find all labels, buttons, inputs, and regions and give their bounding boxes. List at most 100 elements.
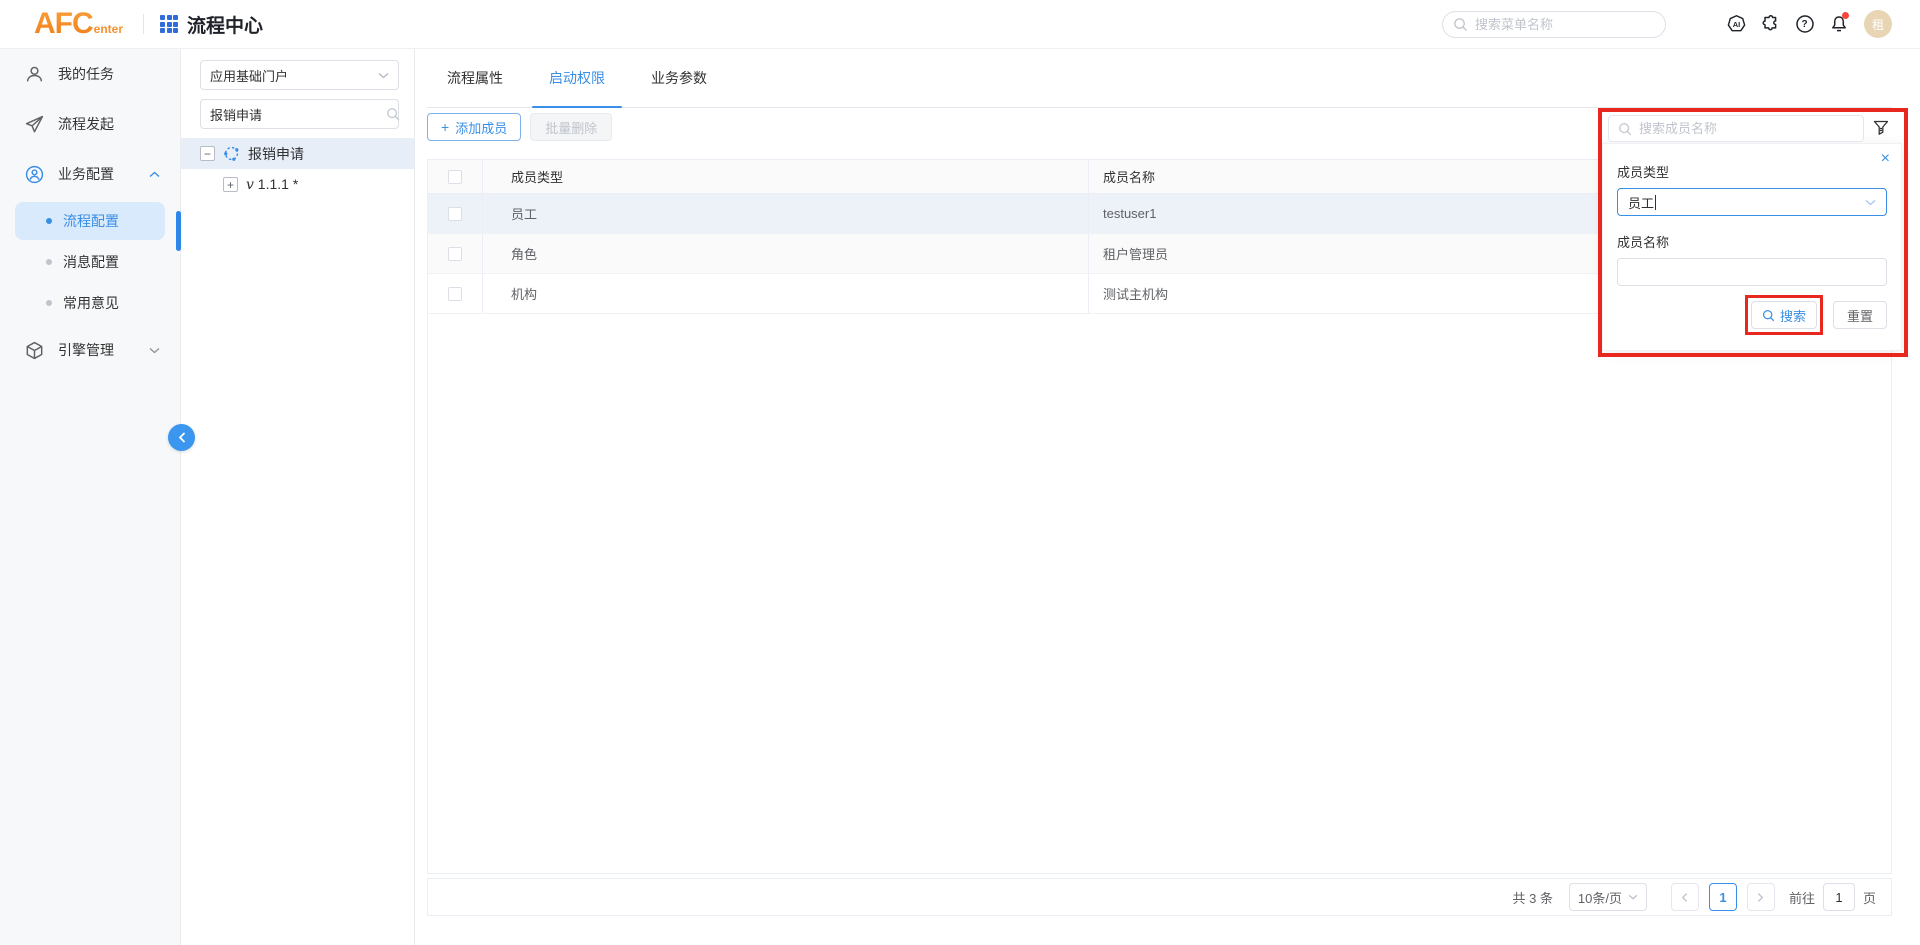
chevron-down-icon (378, 72, 389, 79)
process-icon (223, 145, 240, 162)
plugin-icon[interactable] (1760, 14, 1781, 35)
sidebar-item-engine-management[interactable]: 引擎管理 (0, 325, 180, 375)
sidebar-item-label: 引擎管理 (58, 340, 114, 360)
member-name-input[interactable] (1617, 258, 1887, 286)
filter-buttons-row: 搜索 重置 (1617, 295, 1887, 335)
left-sidebar: 我的任务 流程发起 业务配置 流程配置 消息配置 常用意见 引擎管理 (0, 49, 181, 945)
tree-node-version[interactable]: + v 1.1.1 * (181, 169, 414, 200)
user-circle-icon (25, 165, 44, 184)
ai-assistant-icon[interactable]: AI (1726, 14, 1747, 35)
filter-search-button[interactable]: 搜索 (1751, 301, 1817, 329)
header-checkbox-cell (428, 160, 483, 193)
sidebar-item-label: 业务配置 (58, 164, 114, 184)
filter-search-label: 搜索 (1780, 306, 1806, 325)
sidebar-collapse-toggle[interactable] (168, 424, 195, 451)
page-title: 流程中心 (187, 11, 263, 38)
next-page-button[interactable] (1747, 883, 1775, 911)
sidebar-item-business-config[interactable]: 业务配置 (0, 149, 180, 199)
menu-search-input[interactable] (1475, 17, 1655, 32)
member-filter-search-box[interactable] (1608, 115, 1864, 142)
member-type-value: 员工 (1628, 193, 1654, 212)
select-all-checkbox[interactable] (448, 170, 462, 184)
search-icon (1453, 17, 1468, 32)
cell-member-type: 员工 (483, 194, 1089, 233)
tab-business-params[interactable]: 业务参数 (649, 68, 709, 107)
goto-page-input[interactable] (1823, 883, 1855, 911)
chevron-down-icon (1865, 199, 1876, 206)
pagination-bar: 共 3 条 10条/页 1 前往 页 (427, 878, 1892, 916)
collapse-node-icon[interactable]: − (200, 146, 215, 161)
search-button-annotation: 搜索 (1745, 295, 1823, 335)
app-logo: AFC enter (34, 7, 123, 41)
add-member-button[interactable]: + 添加成员 (427, 113, 521, 141)
tree-node-root[interactable]: − 报销申请 (181, 138, 414, 169)
sidebar-subitem-process-config[interactable]: 流程配置 (15, 202, 165, 240)
sidebar-item-process-start[interactable]: 流程发起 (0, 99, 180, 149)
logo-subtext: enter (94, 22, 123, 36)
bullet-dot-icon (46, 259, 52, 265)
search-icon[interactable] (386, 107, 400, 121)
column-header-member-type: 成员类型 (483, 160, 1089, 193)
expand-node-icon[interactable]: + (223, 177, 238, 192)
logo-text: AFC (34, 7, 93, 41)
filter-reset-label: 重置 (1847, 306, 1873, 325)
tree-search-input[interactable] (210, 107, 386, 122)
prev-page-button[interactable] (1671, 883, 1699, 911)
header-right: AI ? 租 (1442, 10, 1920, 38)
member-type-select[interactable]: 员工 (1617, 188, 1887, 216)
chevron-down-icon (149, 347, 160, 354)
page-size-select[interactable]: 10条/页 (1569, 883, 1647, 911)
bullet-dot-icon (46, 300, 52, 306)
cube-icon (25, 341, 44, 360)
help-icon[interactable]: ? (1794, 14, 1815, 35)
sidebar-subitem-label: 常用意见 (63, 293, 119, 313)
chevron-up-icon (149, 171, 160, 178)
text-cursor (1655, 195, 1656, 210)
close-icon[interactable]: × (1881, 151, 1890, 167)
apps-grid-icon[interactable] (160, 15, 178, 33)
tab-bar: 流程属性 启动权限 业务参数 (427, 49, 1892, 108)
page-unit-label: 页 (1863, 888, 1876, 907)
app-select-value: 应用基础门户 (210, 66, 378, 85)
row-checkbox[interactable] (448, 207, 462, 221)
cell-member-type: 角色 (483, 234, 1089, 273)
sidebar-subitem-common-opinions[interactable]: 常用意见 (15, 284, 165, 322)
sidebar-subitem-message-config[interactable]: 消息配置 (15, 243, 165, 281)
row-checkbox[interactable] (448, 247, 462, 261)
pagination-total: 共 3 条 (1513, 888, 1553, 907)
cell-member-type: 机构 (483, 274, 1089, 313)
batch-delete-label: 批量删除 (545, 118, 597, 137)
plus-icon: + (441, 119, 449, 135)
member-name-label: 成员名称 (1617, 232, 1887, 251)
user-avatar[interactable]: 租 (1864, 10, 1892, 38)
tree-node-label: 报销申请 (248, 144, 304, 164)
sidebar-subitem-label: 流程配置 (63, 211, 119, 231)
batch-delete-button[interactable]: 批量删除 (530, 113, 612, 141)
tree-search-box[interactable] (200, 99, 399, 129)
bullet-dot-icon (46, 218, 52, 224)
search-icon (1618, 122, 1632, 136)
add-member-label: 添加成员 (455, 118, 507, 137)
tab-process-properties[interactable]: 流程属性 (445, 68, 505, 107)
app-select[interactable]: 应用基础门户 (200, 60, 399, 90)
tab-start-permissions[interactable]: 启动权限 (547, 68, 607, 107)
sidebar-item-my-tasks[interactable]: 我的任务 (0, 49, 180, 99)
menu-search-box[interactable] (1442, 11, 1666, 38)
notification-dot (1842, 12, 1849, 19)
page-number-button[interactable]: 1 (1709, 883, 1737, 911)
sidebar-item-label: 我的任务 (58, 64, 114, 84)
notification-bell-icon[interactable] (1828, 14, 1849, 35)
chevron-down-icon (1628, 894, 1638, 900)
goto-label: 前往 (1789, 888, 1815, 907)
page-size-value: 10条/页 (1578, 888, 1622, 907)
send-icon (25, 115, 44, 134)
filter-reset-button[interactable]: 重置 (1833, 301, 1887, 329)
member-filter-search-input[interactable] (1639, 121, 1854, 136)
sidebar-subitem-label: 消息配置 (63, 252, 119, 272)
tree-node-label: v 1.1.1 * (246, 176, 298, 193)
row-checkbox[interactable] (448, 287, 462, 301)
filter-funnel-icon[interactable] (1872, 119, 1892, 139)
user-icon (25, 65, 44, 84)
member-filter-panel: × 成员类型 员工 成员名称 搜索 重置 (1602, 143, 1902, 351)
member-type-label: 成员类型 (1617, 162, 1887, 181)
